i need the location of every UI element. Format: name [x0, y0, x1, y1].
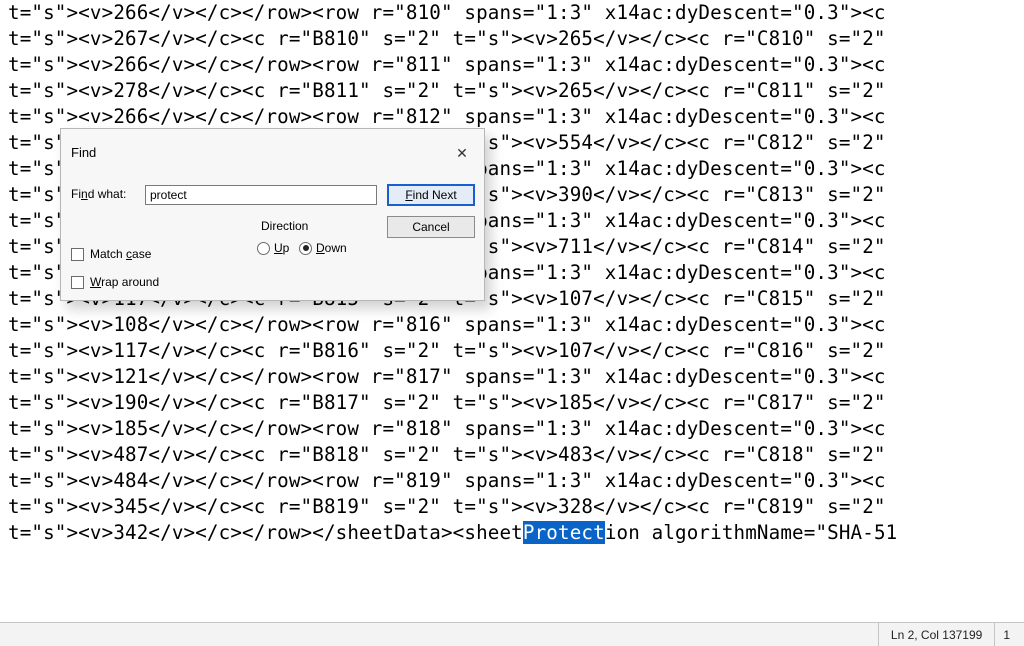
text-editor-area[interactable]: t="s"><v>266</v></c></row><row r="810" s…: [0, 0, 1024, 615]
direction-label: Direction: [261, 219, 308, 233]
found-highlight: Protect: [523, 521, 605, 544]
match-case-checkbox[interactable]: Match case: [71, 247, 151, 261]
status-position: Ln 2, Col 137199: [878, 623, 994, 646]
find-input[interactable]: [145, 185, 377, 205]
find-what-label: Find what:: [71, 187, 126, 201]
status-extra: 1: [994, 623, 1018, 646]
find-dialog: Find ✕ Find what: Find Next Cancel Direc…: [60, 128, 485, 301]
direction-down-radio[interactable]: Down: [299, 241, 347, 255]
cancel-button[interactable]: Cancel: [387, 216, 475, 238]
status-bar: Ln 2, Col 137199 1: [0, 622, 1024, 646]
close-icon[interactable]: ✕: [450, 141, 474, 165]
find-next-button[interactable]: Find Next: [387, 184, 475, 206]
direction-up-radio[interactable]: Up: [257, 241, 289, 255]
dialog-title: Find: [71, 145, 96, 160]
editor-window: t="s"><v>266</v></c></row><row r="810" s…: [0, 0, 1024, 646]
wrap-around-checkbox[interactable]: Wrap around: [71, 275, 159, 289]
